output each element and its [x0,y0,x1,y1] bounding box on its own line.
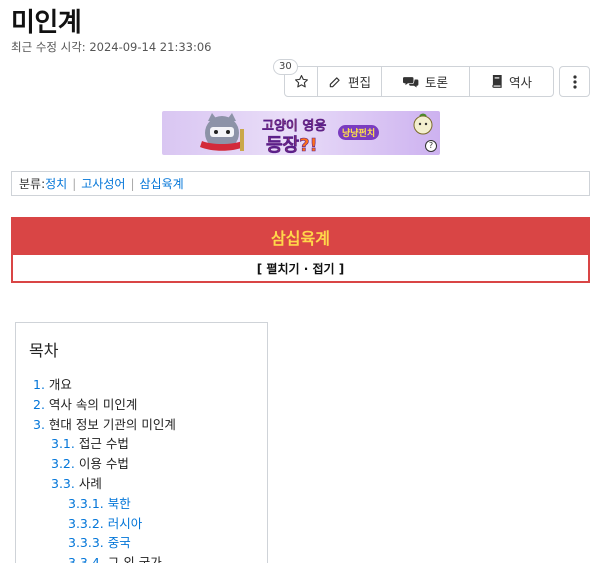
toc-item-label[interactable]: 북한 [108,496,131,511]
more-vertical-icon [572,74,577,89]
toc-item-number[interactable]: 1. [33,377,45,392]
navbox-title[interactable]: 삼십육계 [13,219,588,255]
page-title: 미인계 [11,8,82,38]
toc-item[interactable]: 3.1. 접근 수법 [29,434,267,454]
book-icon [492,74,502,88]
category-label: 분류: [19,177,46,191]
banner-line2: 등장?! [266,135,318,155]
toc-item-number[interactable]: 3.2. [51,456,75,471]
category-link-36-stratagems[interactable]: 삼십육계 [139,175,183,192]
star-icon [294,75,308,88]
toc-item[interactable]: 3.3.4. 그 외 국가 [29,553,267,563]
category-bar: 분류: 정치 | 고사성어 | 삼십육계 [11,171,590,196]
toc-item-label[interactable]: 중국 [108,535,131,550]
toc-item-number[interactable]: 2. [33,397,45,412]
toc-item[interactable]: 3.3.3. 중국 [29,533,267,553]
toc-item-label: 이용 수법 [78,456,129,472]
category-separator: | [130,176,135,191]
history-label: 역사 [508,75,532,90]
more-options-button[interactable] [559,66,590,97]
toc-item-label: 접근 수법 [78,436,129,452]
toc-item[interactable]: 2. 역사 속의 미인계 [29,395,267,415]
toc-item[interactable]: 3. 현대 정보 기관의 미인계 [29,415,267,435]
toc-item[interactable]: 3.3. 사례 [29,474,267,494]
edit-icon [329,76,340,87]
advertisement-banner[interactable]: 고양이 영웅 등장?! 냥냥펀치 ? [162,111,440,155]
toc-item-number[interactable]: 3.3.4. [68,555,104,563]
banner-badge: 냥냥펀치 [338,125,380,140]
toc-item-label: 그 외 국가 [107,555,162,563]
toc-item-label: 현대 정보 기관의 미인계 [48,416,176,432]
toc-item[interactable]: 3.2. 이용 수법 [29,454,267,474]
chat-icon [402,76,419,88]
table-of-contents: 목차 1. 개요 2. 역사 속의 미인계 3. 현대 정보 기관의 미인계 3.1.… [15,322,268,563]
category-link-politics[interactable]: 정치 [45,175,67,192]
discuss-label: 토론 [424,75,448,90]
toc-item-number[interactable]: 3.3.1. [68,496,104,511]
toc-item-number[interactable]: 3.3. [51,476,75,491]
navbox-36-stratagems: 삼십육계 [ 펼치기 · 접기 ] [11,217,590,283]
toc-item-number[interactable]: 3.3.3. [68,535,104,550]
category-separator: | [72,176,77,191]
discuss-button[interactable]: 토론 [382,67,470,96]
navbox-toggle-button[interactable]: [ 펼치기 · 접기 ] [13,255,588,281]
toc-item-number[interactable]: 3.3.2. [68,516,104,531]
article-toolbar: 편집 토론 역사 [284,66,554,97]
star-count-badge: 30 [273,59,298,75]
toc-item[interactable]: 1. 개요 [29,375,267,395]
toc-item-label: 사례 [78,475,102,491]
edit-button[interactable]: 편집 [318,67,382,96]
toc-item-label: 개요 [48,377,72,392]
toc-item-label[interactable]: 러시아 [108,516,143,531]
edit-label: 편집 [347,75,371,90]
cat-hero-illustration [200,113,244,151]
mascot-icon [413,113,433,135]
toc-item[interactable]: 3.3.2. 러시아 [29,514,267,534]
toc-item-number[interactable]: 3. [33,417,45,432]
category-link-idioms[interactable]: 고사성어 [81,175,125,192]
toc-item-number[interactable]: 3.1. [51,436,75,451]
toc-item[interactable]: 3.3.1. 북한 [29,494,267,514]
toc-item-label: 역사 속의 미인계 [48,396,138,412]
last-edit-time: 최근 수정 시각: 2024-09-14 21:33:06 [11,40,212,54]
toc-list: 1. 개요 2. 역사 속의 미인계 3. 현대 정보 기관의 미인계 3.1. 접근… [29,375,267,563]
history-button[interactable]: 역사 [470,67,553,96]
ad-help-icon[interactable]: ? [425,140,437,152]
toc-title: 목차 [29,341,59,360]
